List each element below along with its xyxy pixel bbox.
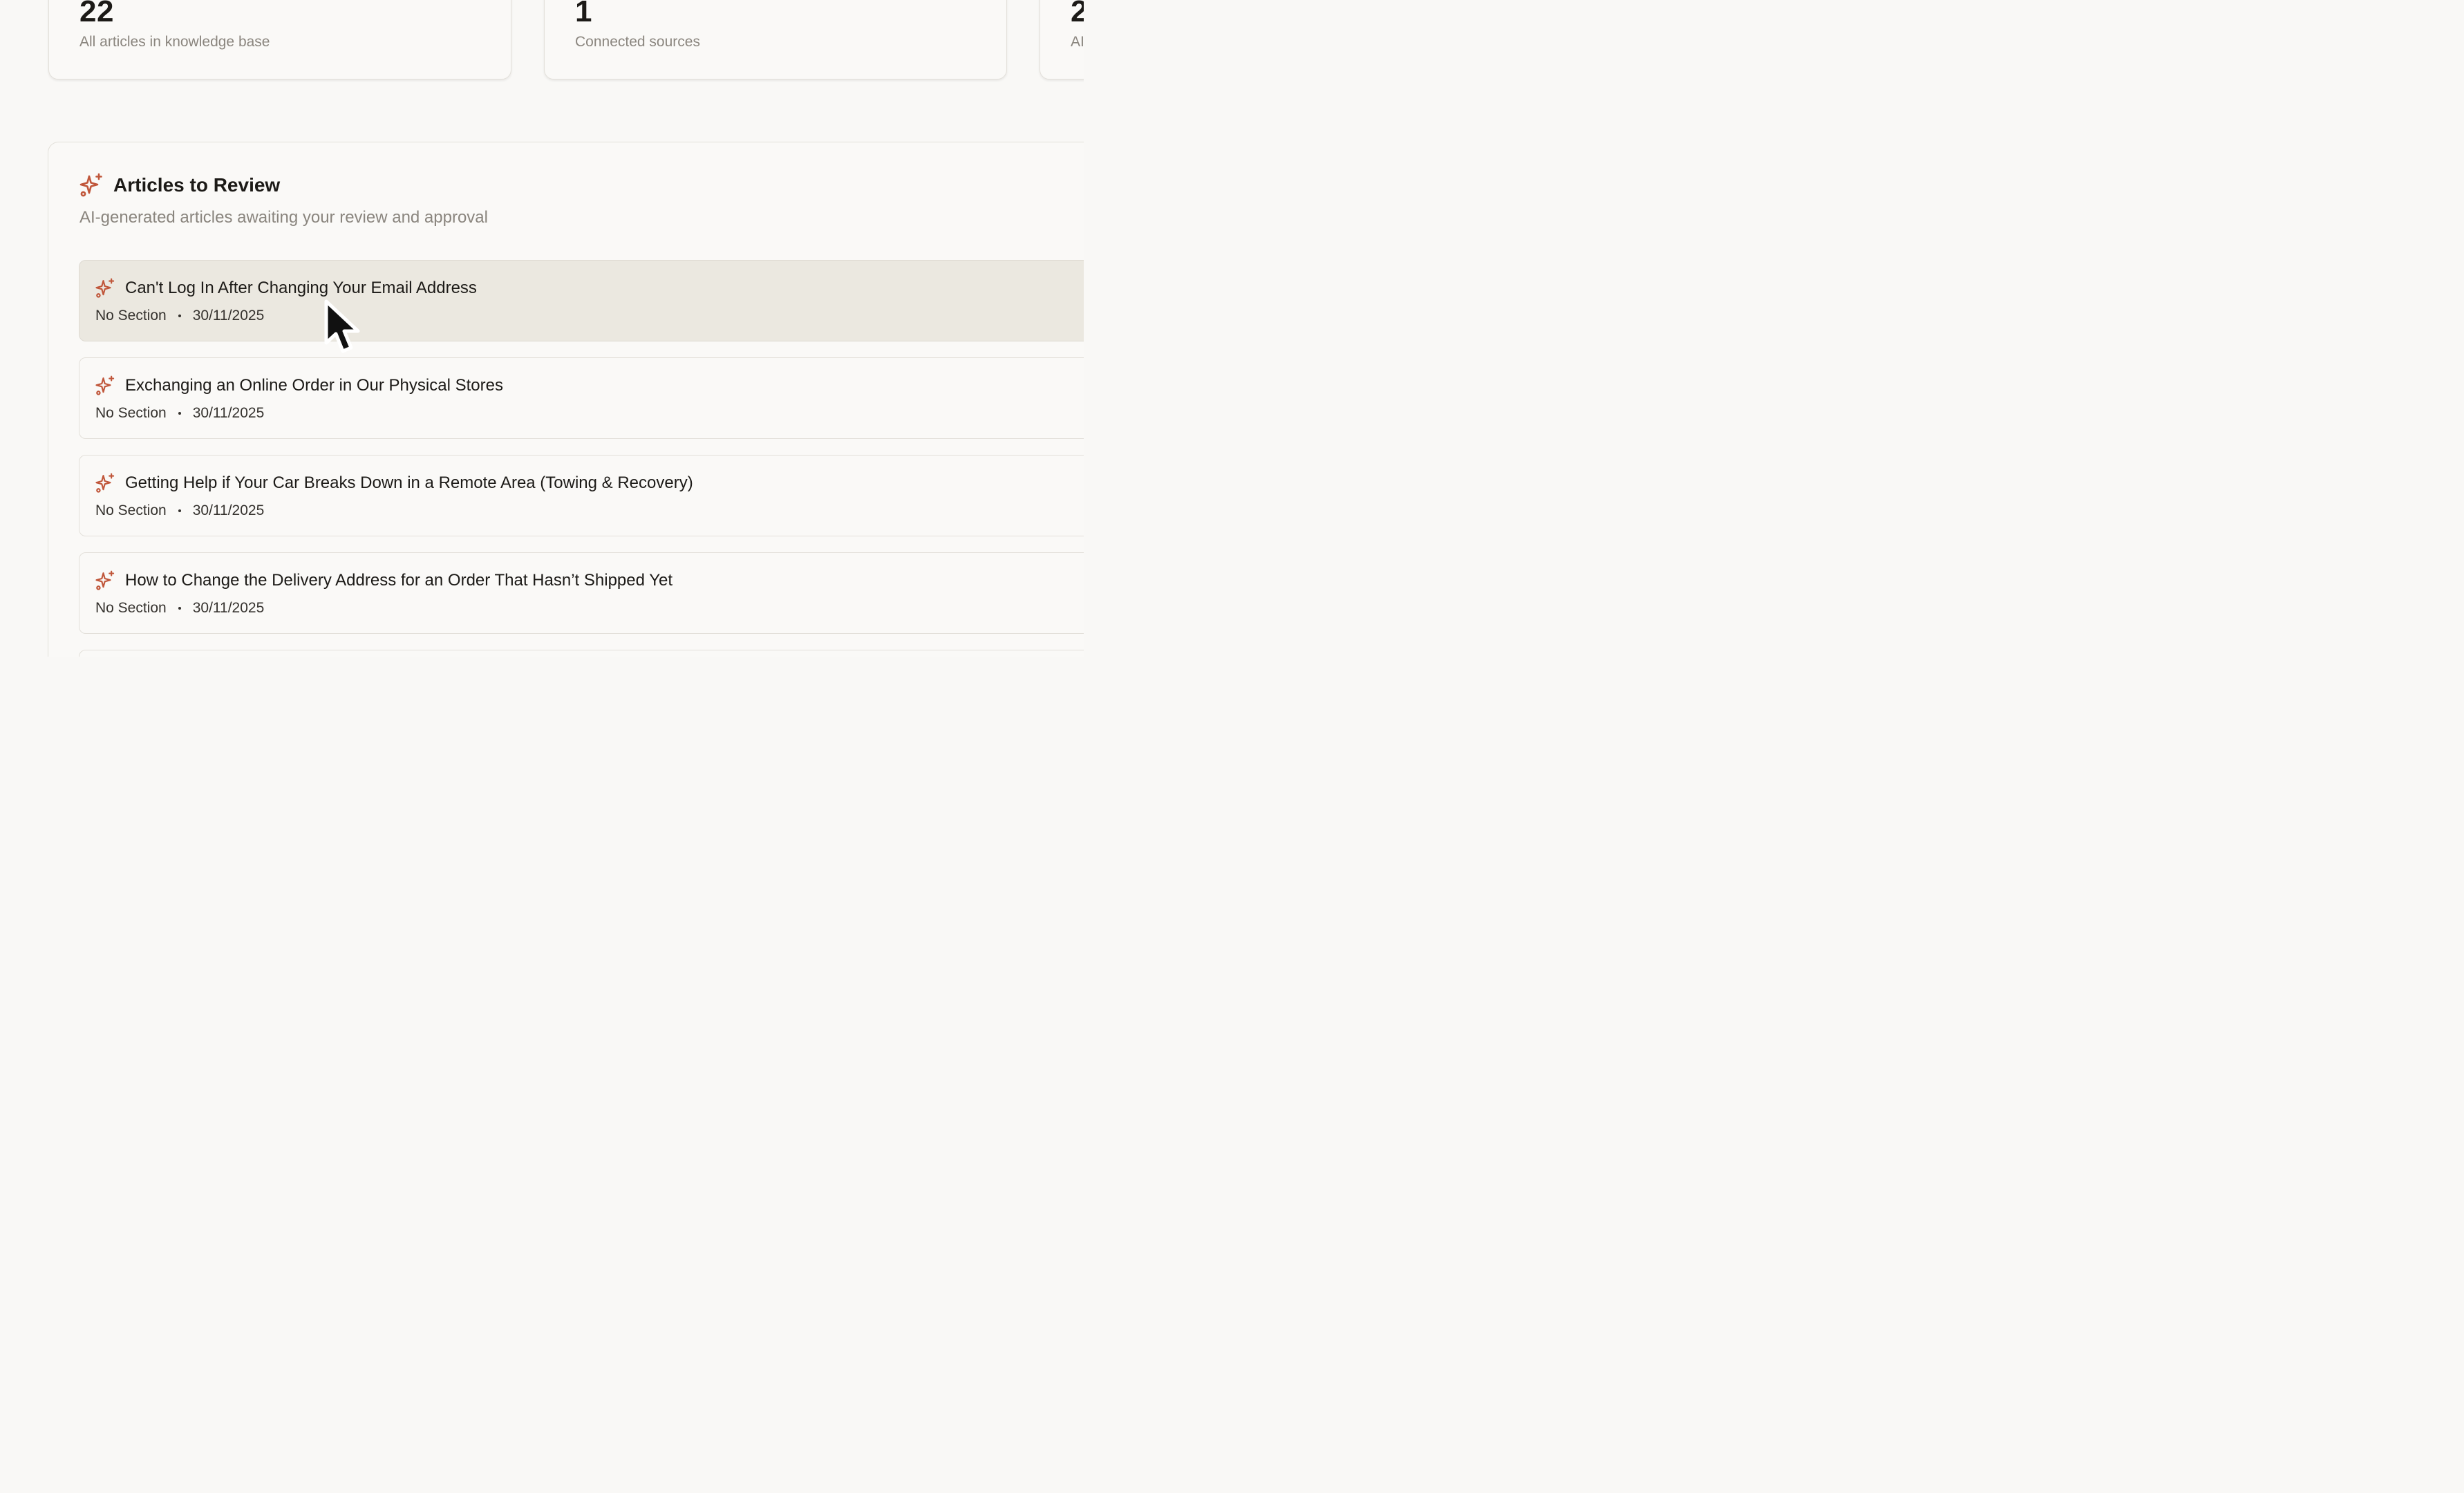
article-title[interactable]: Getting Help if Your Car Breaks Down in … <box>125 472 693 494</box>
stat-card-total-articles: 22 All articles in knowledge base <box>48 0 511 79</box>
sparkle-icon <box>95 278 115 299</box>
article-title[interactable]: How to Change the Delivery Address for a… <box>125 570 673 592</box>
sparkle-icon <box>95 570 115 591</box>
separator-dot <box>178 509 181 512</box>
dashboard-viewport: 22 All articles in knowledge base 1 Conn… <box>0 0 1084 657</box>
stat-label: All articles in knowledge base <box>79 34 270 50</box>
article-title[interactable]: Exchanging an Online Order in Our Physic… <box>125 375 503 397</box>
article-date: 30/11/2025 <box>192 405 265 421</box>
article-title[interactable]: Can't Log In After Changing Your Email A… <box>125 277 477 299</box>
article-head: Exchanging an Online Order in Our Physic… <box>95 375 503 397</box>
stat-value: 22 <box>79 0 114 28</box>
article-section: No Section <box>95 503 167 518</box>
article-section: No Section <box>95 600 167 616</box>
article-date: 30/11/2025 <box>192 308 265 323</box>
article-meta: No Section 30/11/2025 <box>95 306 264 326</box>
separator-dot <box>178 314 181 317</box>
article-list-item[interactable]: Getting Help if Your Car Breaks Down in … <box>79 455 1084 536</box>
article-meta: No Section 30/11/2025 <box>95 501 264 520</box>
review-article-list: Can't Log In After Changing Your Email A… <box>79 260 1084 657</box>
article-section: No Section <box>95 405 167 421</box>
sparkle-icon <box>79 173 104 198</box>
article-meta: No Section 30/11/2025 <box>95 599 264 618</box>
article-meta: No Section 30/11/2025 <box>95 404 264 423</box>
panel-title: Articles to Review <box>113 174 281 196</box>
article-list-item[interactable]: Can't Log In After Changing Your Email A… <box>79 260 1084 341</box>
stat-card-connected-sources: 1 Connected sources <box>544 0 1007 79</box>
article-head: Can't Log In After Changing Your Email A… <box>95 277 477 299</box>
articles-to-review-panel: Articles to Review AI-generated articles… <box>48 142 1084 657</box>
article-list-item-partial[interactable] <box>79 650 1084 657</box>
article-list-item[interactable]: Exchanging an Online Order in Our Physic… <box>79 357 1084 439</box>
stat-label: Connected sources <box>575 34 700 50</box>
sparkle-icon <box>95 473 115 494</box>
stat-card-ai: 2 AI <box>1040 0 1084 79</box>
stat-value: 1 <box>575 0 592 28</box>
article-list-item[interactable]: How to Change the Delivery Address for a… <box>79 552 1084 634</box>
article-head: Getting Help if Your Car Breaks Down in … <box>95 472 693 494</box>
article-date: 30/11/2025 <box>192 600 265 616</box>
separator-dot <box>178 607 181 610</box>
sparkle-icon <box>95 375 115 396</box>
article-head: How to Change the Delivery Address for a… <box>95 570 673 592</box>
stat-label: AI <box>1071 34 1084 50</box>
separator-dot <box>178 412 181 415</box>
stat-value: 2 <box>1071 0 1084 28</box>
article-section: No Section <box>95 308 167 323</box>
article-date: 30/11/2025 <box>192 503 265 518</box>
panel-subtitle: AI-generated articles awaiting your revi… <box>79 208 488 227</box>
panel-header: Articles to Review <box>79 173 280 198</box>
